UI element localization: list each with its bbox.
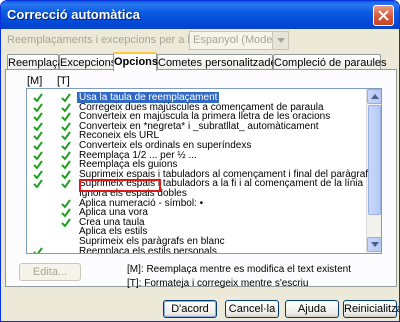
cancel-button[interactable]: Cancel·la <box>225 300 279 318</box>
edit-button[interactable]: Edita... <box>19 263 81 281</box>
autocorrect-dialog: Correcció automàtica Reemplaçaments i ex… <box>0 0 400 322</box>
list-item[interactable]: Reemplaça els estils personals <box>27 245 367 254</box>
tab-strip: Reemplaça Excepcions Opcions Cometes per… <box>5 52 397 71</box>
scrollbar[interactable] <box>366 89 381 253</box>
reset-button[interactable]: Reinicialitza <box>343 300 399 318</box>
highlight-box <box>79 179 161 192</box>
tab-label: Excepcions <box>60 57 117 69</box>
list-item-label: Reemplaça els estils personals <box>79 245 217 254</box>
checkbox-m-checked[interactable] <box>33 247 43 253</box>
tab-label: Cometes personalitzades <box>158 57 283 69</box>
options-list[interactable]: Usa la taula de reemplaçament Corregeix d… <box>26 88 382 254</box>
chevron-down-icon <box>371 242 379 247</box>
scroll-down-button[interactable] <box>367 237 381 252</box>
scroll-up-button[interactable] <box>367 89 381 104</box>
language-select[interactable]: Espanyol (Modern) <box>189 31 289 50</box>
legend-t: [T]: Formateja i corregeix mentre s'escr… <box>127 278 309 289</box>
chevron-down-icon <box>272 32 288 49</box>
column-m-header: [M] <box>27 75 43 87</box>
checkbox-t-unchecked[interactable] <box>61 247 71 253</box>
window-title: Correcció automàtica <box>7 7 140 22</box>
scroll-thumb[interactable] <box>368 105 381 215</box>
chevron-up-icon <box>371 94 379 99</box>
title-bar: Correcció automàtica <box>1 1 399 29</box>
tab-options[interactable]: Opcions <box>113 52 159 71</box>
column-t-header: [T] <box>57 75 70 87</box>
legend-m: [M]: Reemplaça mentre es modifica el tex… <box>127 264 351 275</box>
tab-label: Compleció de paraules <box>274 57 387 69</box>
ok-button[interactable]: D'acord <box>163 300 217 318</box>
help-button[interactable]: Ajuda <box>285 300 339 318</box>
close-icon <box>378 10 389 21</box>
close-button[interactable] <box>373 5 394 26</box>
tab-label: Reemplaça <box>8 57 64 69</box>
tab-label: Opcions <box>114 56 159 68</box>
